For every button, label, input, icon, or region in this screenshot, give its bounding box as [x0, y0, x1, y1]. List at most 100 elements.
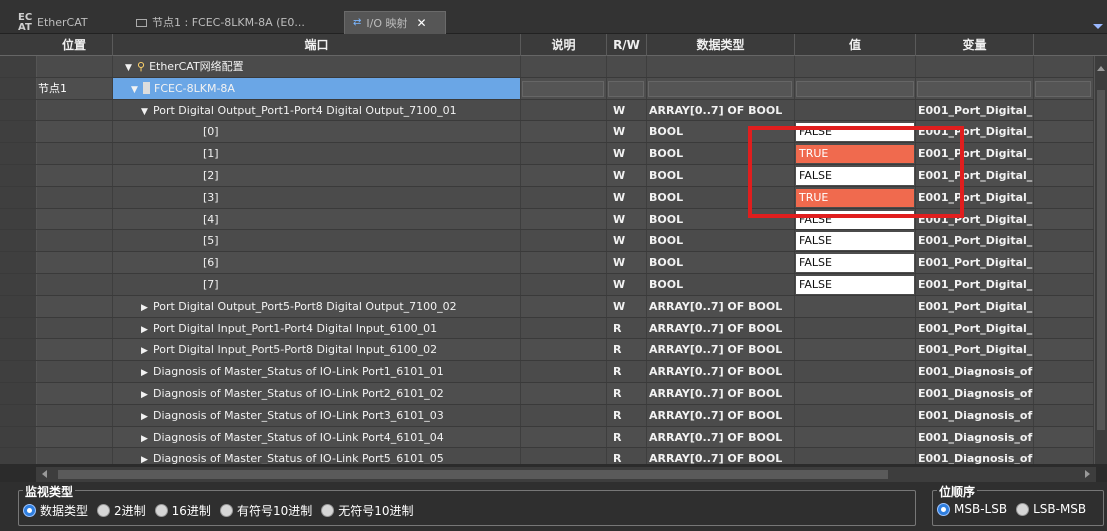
port-cell[interactable]: ▶ Diagnosis of Master_Status of IO-Link P… [113, 382, 521, 404]
variable-cell[interactable]: E001_Port_Digital_ [916, 121, 1034, 143]
table-row[interactable]: [1] W BOOL TRUE E001_Port_Digital_ [0, 143, 1107, 165]
expand-down-icon[interactable]: ▼ [125, 58, 137, 77]
expand-right-icon[interactable]: ▶ [141, 429, 153, 448]
port-cell[interactable]: [7] [113, 273, 521, 295]
col-value[interactable]: 值 [795, 34, 916, 56]
expand-right-icon[interactable]: ▶ [141, 450, 153, 464]
table-row[interactable]: ▼ ⚲ EtherCAT网络配置 [0, 56, 1107, 78]
value-field[interactable]: FALSE [796, 275, 914, 294]
value-cell[interactable]: FALSE [795, 164, 916, 186]
chevron-down-icon[interactable] [1093, 24, 1103, 29]
value-cell[interactable] [795, 295, 916, 317]
variable-cell[interactable] [916, 77, 1034, 99]
radio-button[interactable] [97, 504, 111, 517]
port-cell[interactable]: [2] [113, 164, 521, 186]
value-cell[interactable] [795, 448, 916, 464]
variable-cell[interactable]: E001_Port_Digital_ [916, 273, 1034, 295]
expand-down-icon[interactable]: ▼ [141, 102, 153, 121]
port-cell[interactable]: ▶ Port Digital Input_Port1-Port4 Digital … [113, 317, 521, 339]
table-row[interactable]: ▶ Port Digital Input_Port5-Port8 Digital … [0, 339, 1107, 362]
variable-cell[interactable] [916, 56, 1034, 77]
value-cell[interactable] [795, 56, 916, 77]
value-cell[interactable]: FALSE [795, 208, 916, 230]
table-row[interactable]: ▶ Diagnosis of Master_Status of IO-Link P… [0, 404, 1107, 427]
variable-cell[interactable]: E001_Port_Digital_ [916, 143, 1034, 164]
scroll-thumb[interactable] [58, 470, 888, 479]
port-cell[interactable]: ▶ Diagnosis of Master_Status of IO-Link P… [113, 426, 521, 448]
port-cell[interactable]: ▼ Port Digital Output_Port1-Port4 Digital… [113, 99, 521, 121]
port-cell[interactable]: ▶ Diagnosis of Master_Status of IO-Link P… [113, 404, 521, 426]
port-cell[interactable]: [1] [113, 143, 521, 164]
radio-button[interactable] [23, 504, 36, 517]
variable-cell[interactable]: E001_Diagnosis_of [916, 448, 1034, 464]
value-cell[interactable]: FALSE [795, 273, 916, 295]
variable-cell[interactable]: E001_Diagnosis_of [916, 361, 1034, 382]
value-cell[interactable] [795, 339, 916, 361]
variable-cell[interactable]: E001_Port_Digital_ [916, 186, 1034, 208]
variable-cell[interactable]: E001_Port_Digital_ [916, 230, 1034, 252]
expand-right-icon[interactable]: ▶ [141, 407, 153, 426]
port-cell[interactable]: ▶ Port Digital Input_Port5-Port8 Digital … [113, 339, 521, 361]
table-row[interactable]: [2] W BOOL FALSE E001_Port_Digital_ [0, 164, 1107, 187]
expand-right-icon[interactable]: ▶ [141, 320, 153, 339]
table-row[interactable]: [4] W BOOL FALSE E001_Port_Digital_ [0, 208, 1107, 231]
value-field[interactable]: TRUE [796, 188, 914, 207]
radio-button[interactable] [154, 504, 168, 517]
expand-right-icon[interactable]: ▶ [141, 298, 153, 317]
tab-ethercat[interactable]: EC AT EtherCAT [10, 11, 126, 34]
port-cell[interactable]: ▶ Diagnosis of Master_Status of IO-Link P… [113, 448, 521, 464]
port-cell[interactable]: [3] [113, 186, 521, 208]
variable-cell[interactable]: E001_Port_Digital_ [916, 208, 1034, 230]
table-row[interactable]: ▶ Port Digital Output_Port5-Port8 Digital… [0, 295, 1107, 318]
value-field[interactable]: FALSE [796, 166, 914, 185]
close-icon[interactable]: ✕ [417, 13, 427, 34]
value-field[interactable]: FALSE [796, 232, 914, 251]
value-field[interactable]: FALSE [796, 123, 914, 142]
table-row[interactable]: [6] W BOOL FALSE E001_Port_Digital_ [0, 252, 1107, 274]
port-cell[interactable]: ▼ FCEC-8LKM-8A [113, 77, 521, 99]
horizontal-scrollbar[interactable] [36, 467, 1096, 482]
scroll-left-icon[interactable] [42, 470, 47, 478]
col-datatype[interactable]: 数据类型 [647, 34, 795, 56]
value-cell[interactable] [795, 99, 916, 121]
value-field[interactable]: TRUE [796, 145, 914, 164]
table-row[interactable]: ▶ Diagnosis of Master_Status of IO-Link P… [0, 426, 1107, 449]
variable-cell[interactable]: E001_Port_Digital_ [916, 295, 1034, 317]
table-row[interactable]: [3] W BOOL TRUE E001_Port_Digital_ [0, 186, 1107, 209]
col-variable[interactable]: 变量 [916, 34, 1034, 56]
table-row[interactable]: [0] W BOOL FALSE E001_Port_Digital_ [0, 121, 1107, 144]
col-rw[interactable]: R/W [607, 34, 647, 56]
table-row[interactable]: 节点1 ▼ FCEC-8LKM-8A [0, 77, 1107, 100]
value-cell[interactable] [795, 361, 916, 382]
variable-cell[interactable]: E001_Port_Digital_ [916, 99, 1034, 121]
value-cell[interactable]: FALSE [795, 121, 916, 143]
bitorder-option[interactable]: MSB-LSB [937, 502, 1007, 516]
bitorder-option[interactable]: LSB-MSB [1016, 502, 1086, 516]
variable-cell[interactable]: E001_Port_Digital_ [916, 252, 1034, 273]
table-row[interactable]: [7] W BOOL FALSE E001_Port_Digital_ [0, 273, 1107, 296]
value-cell[interactable] [795, 317, 916, 339]
monitor-option[interactable]: 16进制 [154, 502, 211, 519]
table-row[interactable]: ▼ Port Digital Output_Port1-Port4 Digital… [0, 99, 1107, 122]
port-cell[interactable]: [5] [113, 230, 521, 252]
table-row[interactable]: ▶ Port Digital Input_Port1-Port4 Digital … [0, 317, 1107, 340]
col-port[interactable]: 端口 [113, 34, 521, 56]
col-position[interactable]: 位置 [36, 34, 113, 56]
port-cell[interactable]: [6] [113, 252, 521, 273]
variable-cell[interactable]: E001_Diagnosis_of [916, 426, 1034, 448]
table-row[interactable]: ▶ Diagnosis of Master_Status of IO-Link P… [0, 382, 1107, 405]
tab-node1[interactable]: 节点1 : FCEC-8LKM-8A (E0... [128, 11, 342, 34]
table-row[interactable]: ▶ Diagnosis of Master_Status of IO-Link P… [0, 448, 1107, 464]
port-cell[interactable]: [4] [113, 208, 521, 230]
monitor-option[interactable]: 数据类型 [23, 502, 88, 519]
variable-cell[interactable]: E001_Diagnosis_of [916, 382, 1034, 404]
radio-button[interactable] [321, 504, 335, 517]
monitor-option[interactable]: 有符号10进制 [219, 502, 312, 519]
variable-cell[interactable]: E001_Diagnosis_of [916, 404, 1034, 426]
value-cell[interactable]: TRUE [795, 143, 916, 164]
expand-right-icon[interactable]: ▶ [141, 385, 153, 404]
monitor-option[interactable]: 2进制 [97, 502, 146, 519]
port-cell[interactable]: [0] [113, 121, 521, 143]
table-row[interactable]: ▶ Diagnosis of Master_Status of IO-Link P… [0, 361, 1107, 383]
value-cell[interactable] [795, 382, 916, 404]
